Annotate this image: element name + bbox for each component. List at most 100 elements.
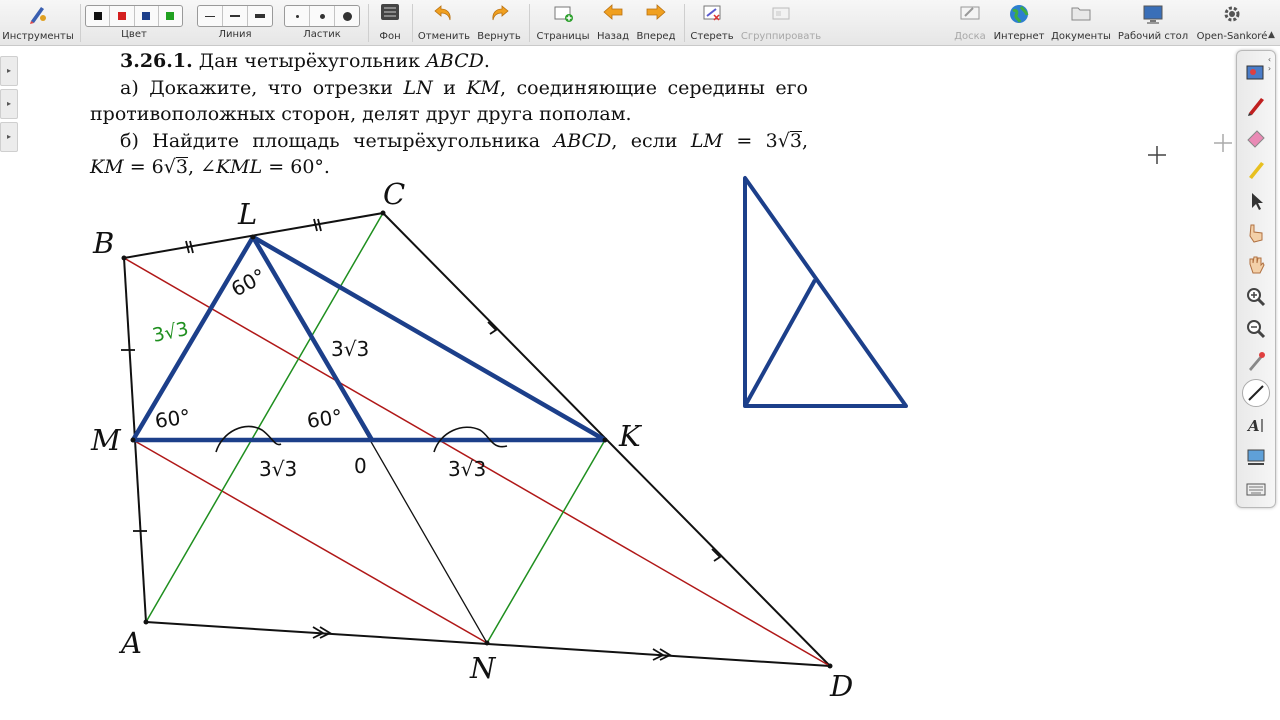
part-b-eq2: = 6	[129, 156, 164, 178]
eraser-medium-option[interactable]	[310, 6, 335, 26]
documents-button[interactable]: Документы	[1050, 2, 1112, 44]
line-medium-option[interactable]	[223, 6, 248, 26]
screen-capture-icon	[1247, 449, 1265, 465]
part-b-radicand2: 3	[175, 156, 188, 178]
clear-button[interactable]: Стереть	[688, 2, 736, 44]
segment-ln	[252, 236, 488, 644]
left-panel-graduation-cap-icon[interactable]: ▸	[0, 89, 18, 119]
board-button[interactable]: Доска	[952, 2, 988, 44]
redo-button[interactable]: Вернуть	[474, 2, 524, 44]
group-button[interactable]: Сгруппировать	[740, 2, 822, 44]
palette-expand-arrows-icon[interactable]: ‹ ›	[1264, 55, 1275, 83]
triangle-mlk	[130, 234, 608, 443]
left-panel-collapse-button[interactable]: ▸	[0, 56, 18, 86]
brace-ok	[433, 426, 508, 453]
palette-laser-button[interactable]	[1242, 347, 1270, 375]
palette-zoom-in-button[interactable]	[1242, 283, 1270, 311]
palette-eraser-button[interactable]	[1242, 123, 1270, 151]
add-page-icon	[550, 3, 576, 27]
undo-button[interactable]: Отменить	[416, 2, 472, 44]
eraser-label: Ластик	[303, 29, 341, 40]
label-b: B	[92, 226, 114, 260]
pointing-hand-icon	[1249, 224, 1263, 243]
point-m	[130, 437, 136, 443]
color-black-swatch[interactable]	[86, 6, 111, 26]
tools-button[interactable]: Инструменты	[2, 2, 74, 44]
board-icon	[957, 3, 983, 27]
clear-page-icon	[699, 3, 725, 27]
vertex-d	[827, 663, 833, 669]
back-button[interactable]: Назад	[594, 2, 632, 44]
tick-bl-2	[189, 240, 194, 254]
vertex-c	[380, 210, 386, 216]
palette-zoom-out-button[interactable]	[1242, 315, 1270, 343]
palette-capture-button[interactable]	[1242, 443, 1270, 471]
palette-play-button[interactable]	[1242, 219, 1270, 247]
eraser-large-option[interactable]	[335, 6, 359, 26]
pages-button[interactable]: Страницы	[534, 2, 592, 44]
desktop-button[interactable]: Рабочий стол	[1116, 2, 1190, 44]
tick-lc	[313, 218, 318, 232]
palette-pen-button[interactable]	[1242, 91, 1270, 119]
part-a-and: и	[443, 76, 456, 99]
background-grid-icon	[377, 3, 403, 27]
diagonal-bd	[123, 257, 831, 667]
line-thick-option[interactable]	[248, 6, 272, 26]
problem-title: 3.26.1. Дан четырёхугольник ABCD.	[120, 50, 490, 72]
arrow-tick-nd	[652, 648, 672, 661]
tools-icon	[25, 3, 51, 27]
left-panel-folder-icon[interactable]: ▸	[0, 122, 18, 152]
part-b-degrees: = 60°.	[268, 156, 330, 178]
palette-line-button[interactable]	[1242, 379, 1270, 407]
problem-statement: 3.26.1. Дан четырёхугольник ABCD. а) Док…	[90, 48, 808, 181]
part-b-km: KM	[90, 156, 124, 178]
color-green-swatch[interactable]	[159, 6, 182, 26]
part-a-prefix: а) Докажите, что отрезки	[120, 76, 393, 99]
palette-text-button[interactable]: A	[1242, 411, 1270, 439]
annotation-center-o: 0	[354, 454, 367, 478]
pen-icon	[1248, 98, 1264, 116]
annotation-half-ok: 3√3	[448, 457, 486, 481]
palette-hand-button[interactable]	[1242, 251, 1270, 279]
monitor-icon	[1140, 3, 1166, 27]
palette-select-button[interactable]	[1242, 187, 1270, 215]
forward-button[interactable]: Вперед	[634, 2, 678, 44]
left-side-panel: ▸ ▸ ▸	[0, 56, 20, 156]
eraser-small-option[interactable]	[285, 6, 310, 26]
part-b-eq1: = 3	[736, 129, 778, 152]
color-picker[interactable]	[85, 5, 183, 27]
arrow-right-icon	[643, 3, 669, 27]
line-thin-option[interactable]	[198, 6, 223, 26]
midline-mn	[132, 439, 488, 644]
app-menu-chevron-icon[interactable]: ▲	[1268, 30, 1275, 40]
problem-number: 3.26.1.	[120, 50, 193, 72]
main-toolbar: Инструменты Цвет Линия Ластик Фон Отмени…	[0, 0, 1280, 46]
palette-marker-button[interactable]	[1242, 155, 1270, 183]
palette-keyboard-button[interactable]	[1242, 475, 1270, 503]
label-k: K	[618, 419, 643, 453]
side-ad	[145, 621, 831, 667]
stylus-palette: ‹ › A	[1236, 50, 1276, 508]
point-k	[602, 437, 608, 443]
diagonal-ac	[145, 212, 384, 623]
toolbar-separator	[684, 4, 685, 42]
color-label: Цвет	[121, 29, 147, 40]
background-button[interactable]: Фон	[372, 2, 408, 44]
color-red-swatch[interactable]	[110, 6, 135, 26]
label-c: C	[383, 177, 405, 211]
sketch-median	[743, 279, 817, 407]
arrow-tick-kd	[711, 548, 722, 562]
part-a-line1: а) Докажите, что отрезки LN и KM, соедин…	[90, 75, 808, 102]
hand-icon	[1249, 256, 1265, 274]
line-width-picker[interactable]	[197, 5, 273, 27]
annotation-angle-o: 60°	[305, 404, 343, 433]
annotation-angle-l: 60°	[227, 264, 270, 302]
eraser-size-picker[interactable]	[284, 5, 360, 27]
app-menu-button[interactable]: Open-Sankoré	[1194, 2, 1270, 44]
laser-pointer-icon	[1249, 352, 1265, 371]
color-blue-swatch[interactable]	[135, 6, 159, 26]
zoom-in-icon	[1247, 288, 1266, 307]
internet-button[interactable]: Интернет	[992, 2, 1046, 44]
part-b-radicand1: 3	[789, 129, 802, 152]
svg-text:A: A	[1246, 417, 1260, 435]
